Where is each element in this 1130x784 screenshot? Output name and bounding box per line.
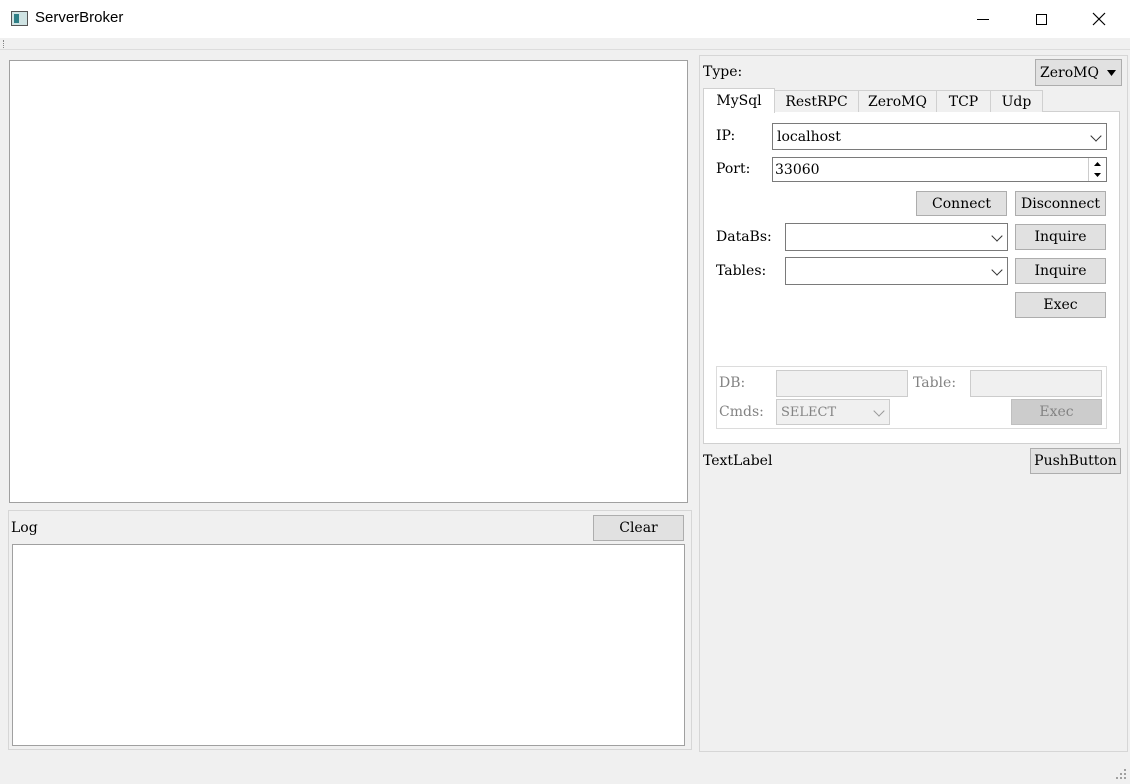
- databs-label: DataBs:: [716, 229, 772, 245]
- db-label: DB:: [719, 375, 746, 391]
- cmds-label: Cmds:: [719, 404, 764, 420]
- connect-button[interactable]: Connect: [916, 191, 1007, 216]
- type-select[interactable]: ZeroMQ: [1035, 59, 1122, 86]
- size-grip-icon[interactable]: [1115, 768, 1127, 780]
- toolbar-grip-handle[interactable]: [3, 40, 5, 48]
- maximize-icon: [1035, 13, 1047, 25]
- close-icon: [1092, 12, 1106, 26]
- chevron-down-icon: [991, 264, 1003, 276]
- port-spin-up-button[interactable]: [1088, 158, 1106, 169]
- log-label: Log: [11, 520, 38, 536]
- window-title: ServerBroker: [35, 9, 124, 26]
- ip-label: IP:: [716, 128, 736, 144]
- inquire-databases-button[interactable]: Inquire: [1015, 224, 1106, 250]
- tab-restrpc[interactable]: RestRPC: [774, 90, 859, 112]
- tables-label: Tables:: [716, 263, 767, 279]
- table-label: Table:: [913, 375, 957, 391]
- cmds-value: SELECT: [781, 404, 837, 420]
- maximize-button[interactable]: [1012, 0, 1070, 38]
- exec-button[interactable]: Exec: [1015, 292, 1106, 318]
- toolbar: [0, 38, 1130, 50]
- ip-value: localhost: [777, 128, 841, 145]
- dropdown-arrow-icon: [1107, 70, 1116, 76]
- port-spin-down-button[interactable]: [1088, 169, 1106, 181]
- port-spinbox[interactable]: 33060: [772, 157, 1107, 182]
- push-button[interactable]: PushButton: [1030, 448, 1121, 474]
- db-input[interactable]: [776, 370, 908, 397]
- clear-log-button[interactable]: Clear: [593, 515, 684, 541]
- app-window-icon: [11, 11, 28, 26]
- tables-combobox[interactable]: [785, 257, 1008, 285]
- main-view-area[interactable]: [9, 60, 688, 503]
- group-exec-button[interactable]: Exec: [1011, 399, 1102, 425]
- databs-combobox[interactable]: [785, 223, 1008, 251]
- spin-down-icon: [1094, 173, 1101, 177]
- tab-udp[interactable]: Udp: [990, 90, 1043, 112]
- status-bar: [0, 756, 1130, 784]
- text-label: TextLabel: [703, 453, 773, 469]
- spin-up-icon: [1094, 161, 1101, 166]
- minimize-icon: [977, 18, 989, 20]
- close-button[interactable]: [1070, 0, 1128, 38]
- disconnect-button[interactable]: Disconnect: [1015, 191, 1106, 216]
- tab-mysql[interactable]: MySql: [703, 88, 775, 113]
- tab-tcp[interactable]: TCP: [936, 90, 991, 112]
- cmds-combobox[interactable]: SELECT: [776, 399, 890, 425]
- chevron-down-icon: [991, 230, 1003, 242]
- chevron-down-icon: [1090, 129, 1102, 142]
- port-label: Port:: [716, 161, 751, 177]
- inquire-tables-button[interactable]: Inquire: [1015, 258, 1106, 284]
- type-label: Type:: [703, 64, 743, 80]
- table-input[interactable]: [970, 370, 1102, 397]
- type-select-value: ZeroMQ: [1040, 64, 1099, 81]
- chevron-down-icon: [873, 405, 885, 417]
- ip-combobox[interactable]: localhost: [772, 123, 1107, 150]
- tab-zeromq[interactable]: ZeroMQ: [858, 90, 937, 112]
- log-text-area[interactable]: [12, 544, 685, 746]
- minimize-button[interactable]: [954, 0, 1012, 38]
- port-value: 33060: [775, 161, 820, 178]
